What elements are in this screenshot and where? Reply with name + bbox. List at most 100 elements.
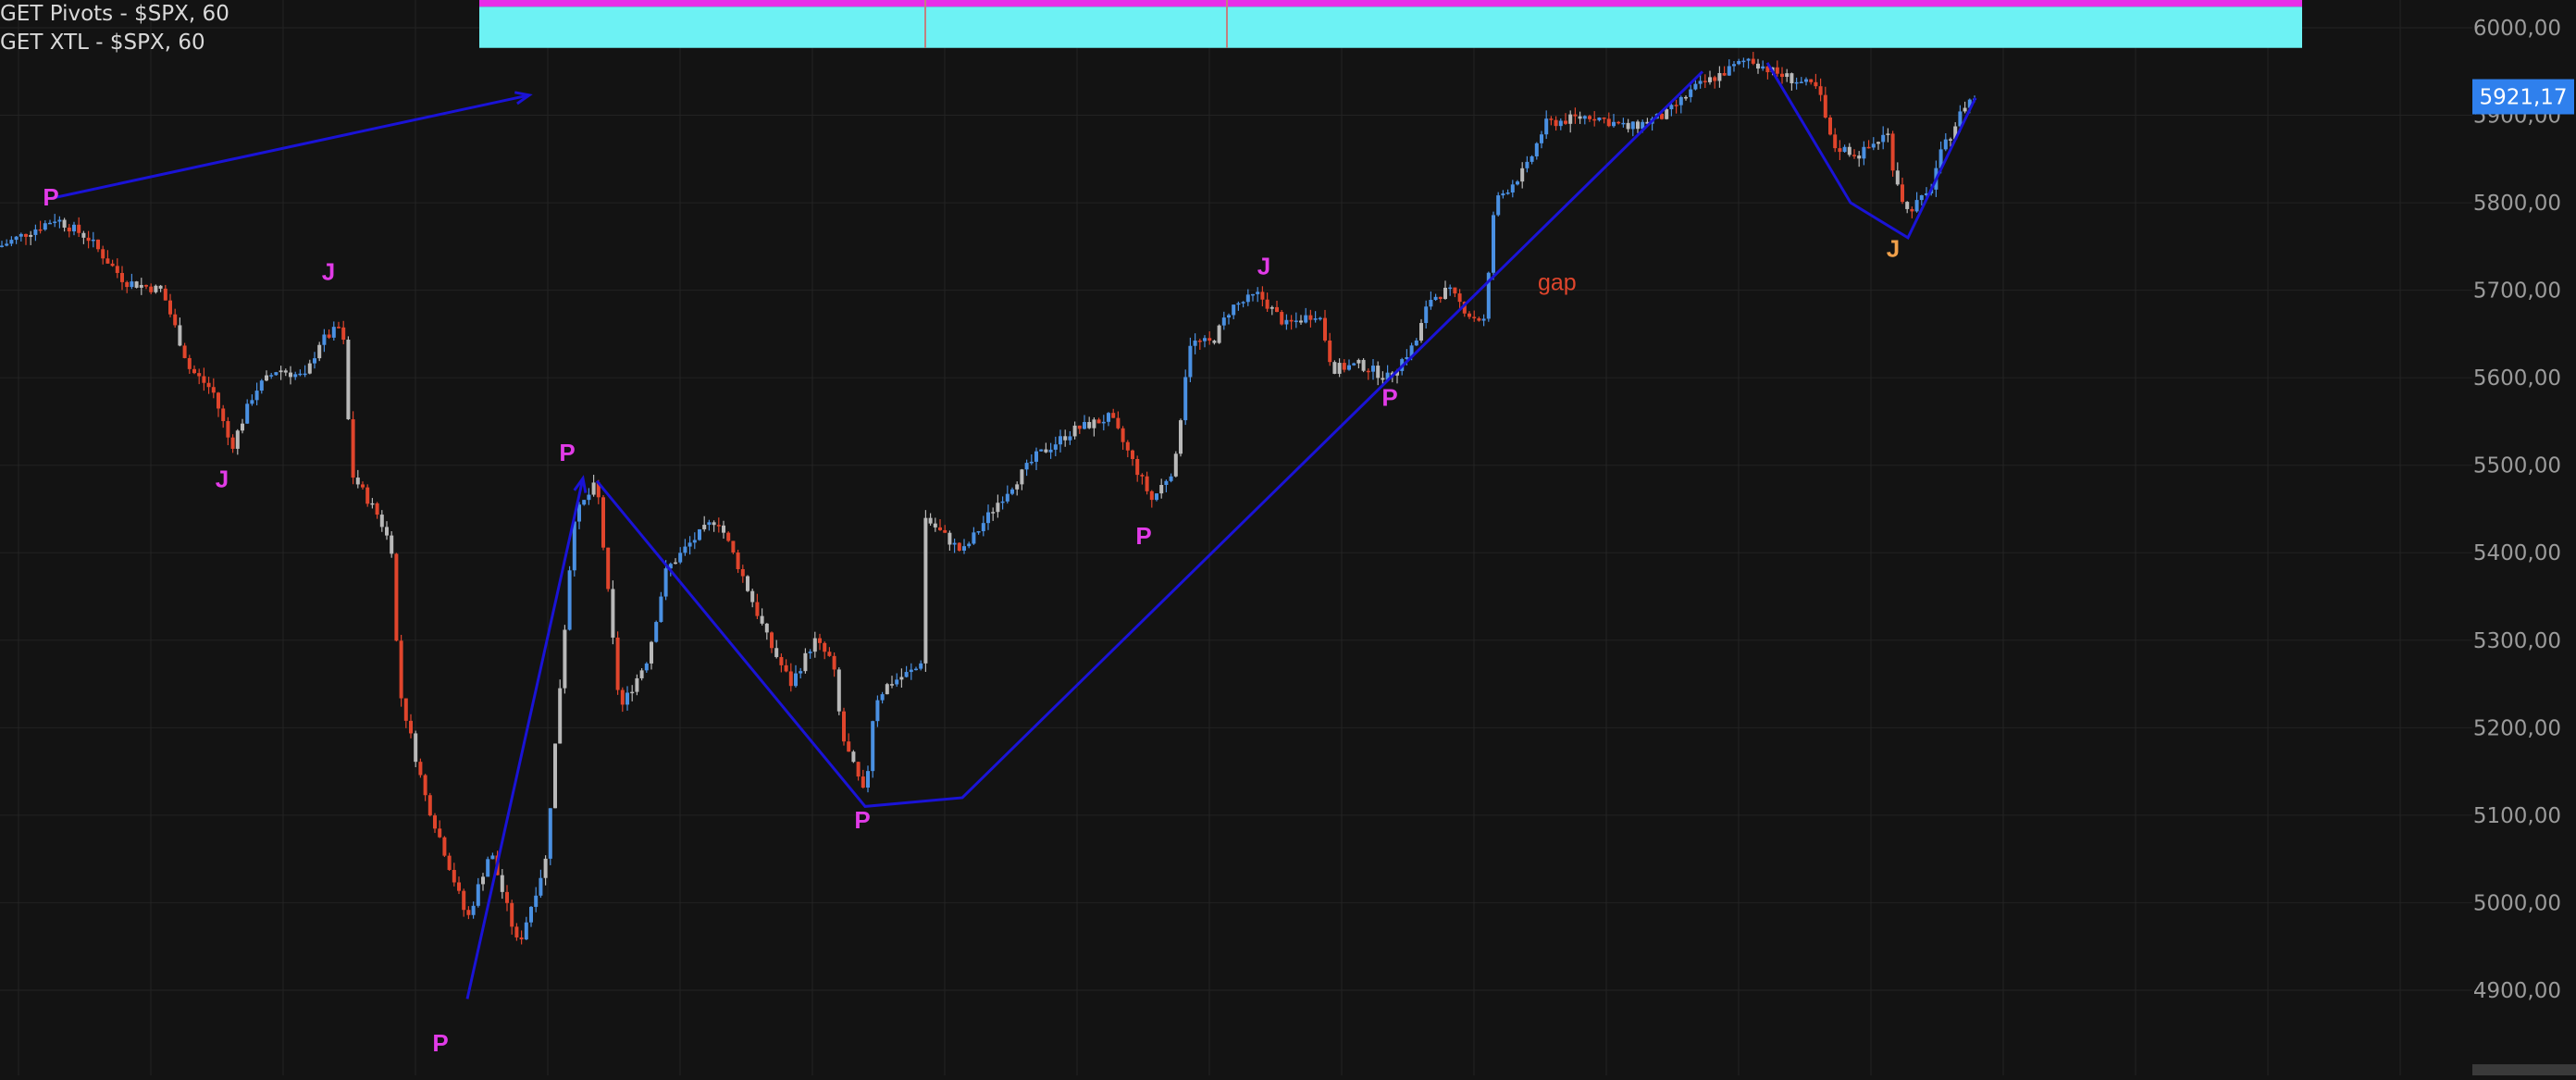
candle-body [683,546,687,553]
price-chart[interactable]: P J J P P P P J P Jgap 6000,00 5900,00 5800,00 5700,… [0,0,2576,1075]
candle-body [1010,489,1014,494]
candle-body [1236,303,1241,305]
candle-body [587,494,591,501]
candle-body [1582,116,1587,119]
candle-body [226,421,230,438]
candle-body [1294,320,1298,322]
candle-body [1356,359,1361,364]
candle-body [1621,122,1626,125]
pivot-label: P [1381,383,1397,411]
candle-body [808,652,812,653]
candle-body [1342,363,1346,370]
candle-body [1549,118,1554,120]
candle-body [1083,422,1086,429]
candle-body [217,392,220,409]
candle-body [764,623,769,633]
candle-body [914,668,918,671]
candle-body [962,546,966,552]
candle-body [1221,317,1226,326]
price-axis[interactable]: 6000,005900,005800,005700,005600,005500,… [2472,17,2576,1075]
candle-body [1208,338,1212,341]
resistance-zones [479,0,2302,48]
candle-body [731,540,736,552]
pivot-label: P [559,439,575,466]
candle-body [206,382,211,388]
candle-body [1121,428,1125,442]
candle-body [567,570,572,630]
candle-body [5,243,9,246]
candle-body [779,656,784,665]
legend-pivots[interactable]: GET Pivots - $SPX, 60 [0,0,229,29]
candle-body [490,855,495,860]
candle-body [139,284,143,288]
candle-body [1717,72,1722,81]
candle-body [1799,81,1803,83]
candle-body [1000,501,1005,503]
candle-body [317,344,322,359]
candle-body [1809,79,1814,82]
candle-body [1328,340,1332,363]
candle-body [880,694,885,701]
pivot-label: J [1887,235,1900,263]
candle-body [1847,146,1852,155]
candle-body [692,540,697,543]
candle-body [1140,475,1145,477]
price-tick-label: 6000,00 [2473,17,2561,41]
candle-body [1737,61,1741,65]
candle-body [736,552,740,570]
pivot-label: J [322,257,335,285]
candle-body [1684,96,1688,99]
candle-body [19,233,23,237]
candle-body [1034,451,1038,462]
candle-body [500,875,504,892]
candle-body [818,638,822,643]
candle-body [553,743,557,809]
candle-body [390,535,394,554]
candle-body [1149,490,1154,501]
candle-body [178,325,182,346]
candle-body [842,711,846,742]
price-tick-label: 5700,00 [2473,279,2561,304]
candle-body [1564,120,1567,124]
candle-body [192,368,196,374]
candle-body [722,525,725,533]
candle-body [832,655,836,670]
candle-body [895,679,899,685]
candle-body [866,771,870,788]
candle-body [1212,341,1217,343]
candle-body [851,751,856,763]
candle-body [1059,436,1062,445]
candle-body [427,795,432,816]
axis-scroll-handle [2472,1064,2576,1075]
candle-body [1092,419,1096,428]
legend-xtl[interactable]: GET XTL - $SPX, 60 [0,29,229,57]
candle-body [355,478,360,485]
candle-body [86,237,91,242]
candle-body [1131,450,1134,459]
candle-body [1842,146,1847,153]
candle-body [43,223,47,230]
candle-body [639,670,644,678]
candle-body [760,615,764,624]
candle-body [1183,377,1188,421]
candle-body [125,281,130,288]
candle-body [1665,109,1669,119]
pivot-label: J [216,465,229,492]
chart-canvas[interactable]: PJJPPPPJPJgap 6000,005900,005800,005700,… [0,0,2576,1075]
candle-body [558,688,563,744]
candle-body [1910,208,1914,212]
candle-body [14,236,19,241]
candle-body [659,596,663,623]
price-zone [479,6,2302,48]
pivot-label: P [1135,522,1151,550]
candle-body [202,376,206,383]
candle-body [1352,363,1356,366]
candle-body [803,652,808,672]
candle-body [1612,121,1616,127]
candle-body [899,677,904,680]
candle-body [620,689,625,705]
pivot-label: P [43,183,58,211]
candle-body [1429,300,1433,307]
candle-body [755,602,760,616]
candle-body [919,663,923,669]
